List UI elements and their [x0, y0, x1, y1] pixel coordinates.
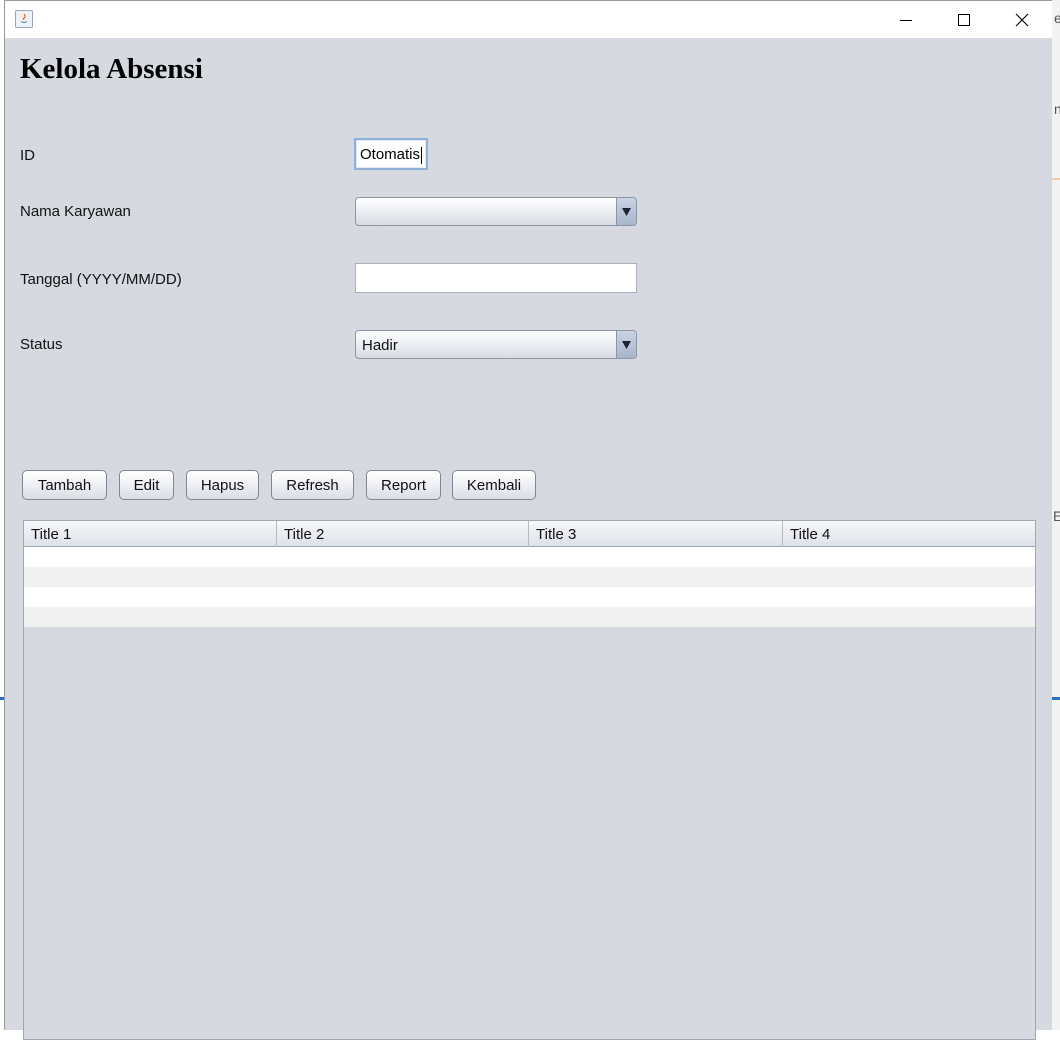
edit-button[interactable]: Edit — [119, 470, 174, 500]
background-text: E — [1053, 508, 1060, 524]
maximize-icon — [958, 13, 970, 26]
kembali-button[interactable]: Kembali — [452, 470, 536, 500]
table-row[interactable] — [24, 547, 1035, 567]
tambah-button[interactable]: Tambah — [22, 470, 107, 500]
nama-karyawan-dropdown[interactable] — [355, 197, 637, 226]
background-text: n — [1054, 101, 1060, 117]
id-label: ID — [20, 147, 35, 164]
table-row[interactable] — [24, 567, 1035, 587]
background-text: e — [1054, 10, 1060, 26]
column-header[interactable]: Title 1 — [24, 521, 277, 547]
table-row[interactable] — [24, 607, 1035, 627]
page-title: Kelola Absensi — [20, 53, 203, 85]
title-bar[interactable] — [5, 1, 1052, 38]
nama-karyawan-label: Nama Karyawan — [20, 203, 131, 220]
minimize-button[interactable] — [877, 1, 935, 38]
java-app-icon[interactable] — [15, 10, 33, 28]
close-button[interactable] — [993, 1, 1051, 38]
tanggal-field[interactable] — [355, 263, 637, 293]
chevron-down-icon — [622, 340, 631, 349]
column-header[interactable]: Title 4 — [783, 521, 1035, 547]
tanggal-label: Tanggal (YYYY/MM/DD) — [20, 271, 182, 288]
id-field[interactable]: Otomatis — [354, 138, 428, 170]
app-window: Kelola Absensi ID Otomatis Nama Karyawan… — [4, 0, 1052, 1040]
chevron-down-icon — [622, 207, 631, 216]
column-header[interactable]: Title 3 — [529, 521, 783, 547]
text-caret — [421, 146, 423, 164]
background-divider — [1052, 697, 1060, 700]
table-row[interactable] — [24, 587, 1035, 607]
table-header: Title 1 Title 2 Title 3 Title 4 — [24, 521, 1035, 547]
hapus-button[interactable]: Hapus — [186, 470, 259, 500]
close-icon — [1015, 13, 1029, 26]
dropdown-arrow-button[interactable] — [616, 198, 636, 225]
dropdown-arrow-button[interactable] — [616, 331, 636, 358]
maximize-button[interactable] — [935, 1, 993, 38]
absensi-table[interactable]: Title 1 Title 2 Title 3 Title 4 — [23, 520, 1036, 1040]
status-dropdown[interactable]: Hadir — [355, 330, 637, 359]
minimize-icon — [900, 19, 912, 21]
id-field-value: Otomatis — [360, 146, 421, 163]
background-divider — [1052, 178, 1060, 180]
refresh-button[interactable]: Refresh — [271, 470, 354, 500]
status-selected: Hadir — [362, 337, 398, 354]
column-header[interactable]: Title 2 — [277, 521, 529, 547]
status-label: Status — [20, 336, 63, 353]
report-button[interactable]: Report — [366, 470, 441, 500]
